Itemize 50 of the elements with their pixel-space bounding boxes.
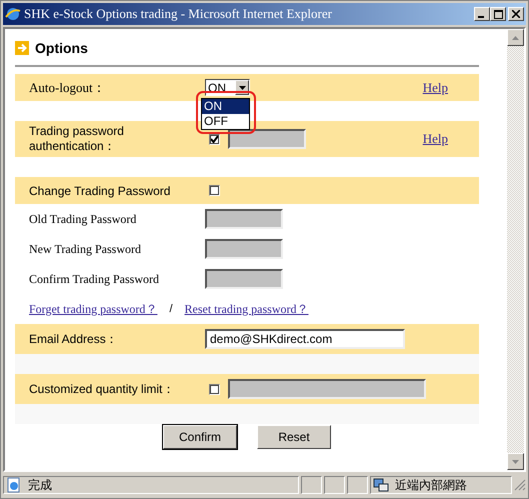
- help-link[interactable]: Help: [422, 80, 448, 96]
- field-label: Customized quantity limit：: [29, 380, 176, 398]
- status-panel: [347, 476, 368, 494]
- close-button[interactable]: [508, 7, 524, 21]
- separator: /: [169, 303, 172, 315]
- zone-text: 近端內部網路: [395, 476, 467, 494]
- field-label: Confirm Trading Password: [29, 272, 160, 286]
- page-heading: Options: [35, 40, 88, 56]
- password-field[interactable]: [205, 269, 283, 289]
- status-text: 完成: [28, 476, 52, 494]
- caret-icon: [238, 86, 246, 90]
- maximize-button[interactable]: [490, 7, 506, 21]
- forgot-password-link[interactable]: Forget trading password？: [29, 300, 158, 318]
- page-icon: [6, 477, 22, 493]
- down-arrow-icon: [512, 460, 519, 464]
- field-label: Auto-logout：: [29, 78, 107, 96]
- section-label: Change Trading Password: [29, 184, 172, 198]
- arrow-icon: [15, 41, 29, 55]
- scroll-up-button[interactable]: [507, 29, 524, 46]
- scrollbar[interactable]: [507, 29, 524, 470]
- checkbox[interactable]: [209, 134, 220, 144]
- globe-icon: [5, 6, 21, 22]
- password-field[interactable]: [205, 239, 283, 259]
- field-label: Email Address：: [29, 330, 119, 348]
- password-field[interactable]: [205, 209, 283, 229]
- resize-grip-icon[interactable]: [514, 479, 526, 491]
- field-label: Trading password authentication：: [29, 124, 125, 154]
- input-field[interactable]: [228, 129, 306, 149]
- form-button[interactable]: Confirm: [163, 425, 237, 449]
- network-icon: [373, 477, 389, 493]
- email-field[interactable]: demo@SHKdirect.com: [205, 329, 405, 349]
- help-link[interactable]: Help: [422, 131, 448, 147]
- minimize-button[interactable]: [474, 7, 490, 21]
- field-label: Old Trading Password: [29, 212, 138, 226]
- close-icon: [512, 10, 520, 18]
- up-arrow-icon: [512, 36, 519, 40]
- field-label: New Trading Password: [29, 242, 142, 256]
- status-panel: [324, 476, 345, 494]
- quantity-field[interactable]: [228, 379, 426, 399]
- highlight-ring: [196, 91, 256, 134]
- checkbox[interactable]: [209, 384, 220, 394]
- dropdown-option[interactable]: ON: [202, 99, 249, 114]
- reset-password-link[interactable]: Reset trading password？: [184, 300, 308, 318]
- window-title: SHK e-Stock Options trading - Microsoft Internet Explorer: [24, 6, 333, 22]
- checkbox[interactable]: [209, 185, 220, 196]
- form-button[interactable]: Reset: [257, 425, 331, 449]
- maximize-icon: [494, 10, 502, 18]
- status-panel: [301, 476, 322, 494]
- dropdown-option[interactable]: OFF: [202, 114, 249, 129]
- scroll-down-button[interactable]: [507, 453, 524, 470]
